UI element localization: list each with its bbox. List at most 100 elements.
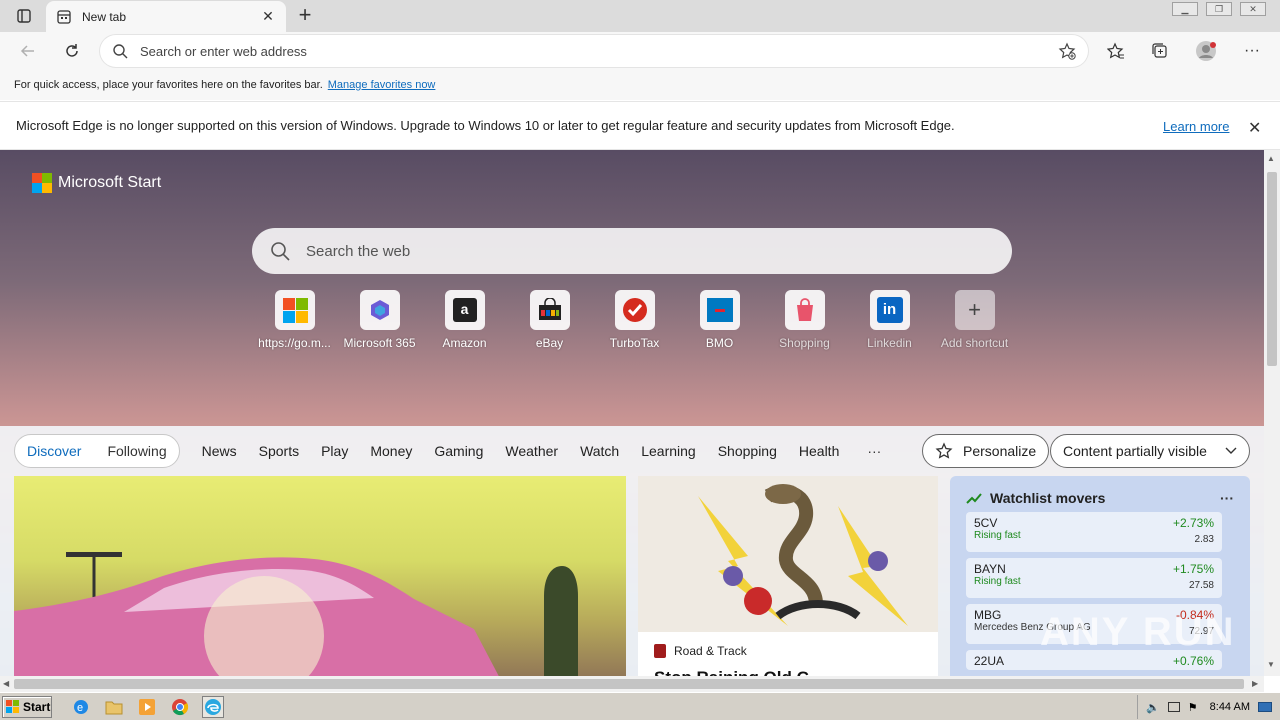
media-player-icon[interactable] <box>136 696 158 718</box>
tab-weather[interactable]: Weather <box>505 443 558 459</box>
file-explorer-icon[interactable] <box>103 696 125 718</box>
show-desktop-icon[interactable] <box>1258 702 1272 712</box>
content-visibility-dropdown[interactable]: Content partially visible <box>1050 434 1250 468</box>
clock[interactable]: 8:44 AM <box>1210 701 1250 713</box>
restore-button[interactable]: ❐ <box>1206 2 1232 16</box>
scroll-down-icon[interactable]: ▼ <box>1267 660 1275 669</box>
feed-card-featured[interactable] <box>14 476 626 676</box>
feed-card-article[interactable]: Road & Track Stop Raining Old C... <box>638 476 938 676</box>
scroll-left-icon[interactable]: ◀ <box>3 679 9 688</box>
tab-health[interactable]: Health <box>799 443 839 459</box>
volume-icon[interactable]: 🔈 <box>1146 701 1160 714</box>
back-button[interactable] <box>16 39 40 63</box>
chrome-icon[interactable] <box>169 696 191 718</box>
collections-icon <box>1152 43 1167 58</box>
personalize-button[interactable]: Personalize <box>922 434 1050 468</box>
unsupported-os-infobar: Microsoft Edge is no longer supported on… <box>0 101 1280 150</box>
tab-shopping[interactable]: Shopping <box>718 443 777 459</box>
car-photo <box>14 552 578 676</box>
tab-new-tab[interactable]: New tab ✕ <box>46 1 286 32</box>
microsoft-start-logo[interactable]: Microsoft Start <box>32 173 161 193</box>
navigation-bar: Search or enter web address ··· <box>0 32 1280 70</box>
address-bar[interactable]: Search or enter web address <box>100 35 1088 67</box>
shortcut-shopping[interactable]: Shopping <box>762 290 847 350</box>
feed-tabs: Discover Following News Sports Play Mone… <box>14 434 881 468</box>
shortcut-ebay[interactable]: eBay <box>507 290 592 350</box>
collections-button[interactable] <box>1148 39 1172 63</box>
shortcut-bmo[interactable]: BMO <box>677 290 762 350</box>
close-window-button[interactable]: ✕ <box>1240 2 1266 16</box>
turbotax-icon <box>614 290 655 330</box>
tab-play[interactable]: Play <box>321 443 348 459</box>
edge-icon[interactable] <box>202 695 224 718</box>
tab-news[interactable]: News <box>202 443 237 459</box>
watchlist-more-icon[interactable]: ··· <box>1220 490 1234 506</box>
more-options-icon: ··· <box>1244 42 1260 59</box>
tab-money[interactable]: Money <box>370 443 412 459</box>
linkedin-icon: in <box>869 290 910 330</box>
tab-gaming[interactable]: Gaming <box>434 443 483 459</box>
shortcut-label: Microsoft 365 <box>343 336 416 350</box>
internet-explorer-icon[interactable]: e <box>70 696 92 718</box>
favorites-bar: For quick access, place your favorites h… <box>0 70 1280 100</box>
horizontal-scrollbar[interactable]: ◀ ▶ <box>0 676 1264 692</box>
microsoft-icon <box>274 290 315 330</box>
favorites-button[interactable] <box>1104 39 1128 63</box>
close-tab-icon[interactable]: ✕ <box>260 8 276 25</box>
settings-menu-button[interactable]: ··· <box>1240 39 1264 63</box>
tab-bar: New tab ✕ + ▁ ❐ ✕ <box>0 0 1280 32</box>
flag-icon[interactable]: ⚑ <box>1188 701 1198 714</box>
vertical-scroll-thumb[interactable] <box>1267 172 1277 366</box>
shortcut-label: TurboTax <box>609 336 660 350</box>
add-shortcut-button[interactable]: + Add shortcut <box>932 290 1017 350</box>
snake-illustration <box>698 484 908 626</box>
personalize-label: Personalize <box>963 443 1037 459</box>
tab-following[interactable]: Following <box>107 443 166 459</box>
refresh-button[interactable] <box>60 39 84 63</box>
scroll-up-icon[interactable]: ▲ <box>1267 154 1275 163</box>
tab-sports[interactable]: Sports <box>259 443 299 459</box>
vertical-scrollbar[interactable]: ▲ ▼ <box>1264 150 1280 676</box>
shortcut-linkedin[interactable]: in Linkedin <box>847 290 932 350</box>
trending-up-icon <box>966 493 982 504</box>
new-tab-button[interactable]: + <box>292 4 318 28</box>
content-visibility-label: Content partially visible <box>1063 443 1207 459</box>
address-placeholder: Search or enter web address <box>140 43 307 59</box>
tab-actions-icon <box>17 9 31 23</box>
m365-icon <box>359 290 400 330</box>
minimize-button[interactable]: ▁ <box>1172 2 1198 16</box>
shortcut-label: Linkedin <box>867 336 912 350</box>
stock-row[interactable]: BAYN Rising fast +1.75% 27.58 <box>966 558 1222 598</box>
amazon-icon: a <box>444 290 485 330</box>
profile-button[interactable] <box>1194 39 1218 63</box>
manage-favorites-link[interactable]: Manage favorites now <box>328 79 436 91</box>
shortcut-microsoft-365[interactable]: Microsoft 365 <box>337 290 422 350</box>
tab-watch[interactable]: Watch <box>580 443 619 459</box>
new-tab-page-icon <box>57 9 71 24</box>
network-icon[interactable] <box>1167 702 1180 712</box>
tab-discover[interactable]: Discover <box>27 443 81 459</box>
shortcut-amazon[interactable]: a Amazon <box>422 290 507 350</box>
search-icon <box>113 44 128 59</box>
shortcut-label: Add shortcut <box>940 336 1009 350</box>
add-favorite-icon[interactable] <box>1058 42 1076 60</box>
shortcut-turbotax[interactable]: TurboTax <box>592 290 677 350</box>
watchlist-title: Watchlist movers <box>990 490 1106 506</box>
feed-primary-tabs: Discover Following <box>14 434 180 468</box>
windows-taskbar: Start e 🔈 ⚑ 8:44 AM <box>0 692 1280 720</box>
start-button[interactable]: Start <box>2 695 52 718</box>
back-arrow-icon <box>20 45 34 57</box>
scroll-right-icon[interactable]: ▶ <box>1252 679 1258 688</box>
tab-actions-button[interactable] <box>8 4 40 28</box>
close-infobar-icon[interactable]: ✕ <box>1248 118 1261 138</box>
window-controls: ▁ ❐ ✕ <box>1172 2 1266 16</box>
learn-more-link[interactable]: Learn more <box>1163 119 1229 134</box>
tab-learning[interactable]: Learning <box>641 443 696 459</box>
horizontal-scroll-thumb[interactable] <box>14 679 1244 689</box>
web-search-box[interactable]: Search the web <box>252 228 1012 274</box>
more-categories-button[interactable]: ··· <box>867 443 881 459</box>
stock-row[interactable]: 5CV Rising fast +2.73% 2.83 <box>966 512 1222 552</box>
svg-text:e: e <box>77 702 83 714</box>
stock-change: +1.75% <box>1172 562 1214 576</box>
shortcut-go-microsoft[interactable]: https://go.m... <box>252 290 337 350</box>
